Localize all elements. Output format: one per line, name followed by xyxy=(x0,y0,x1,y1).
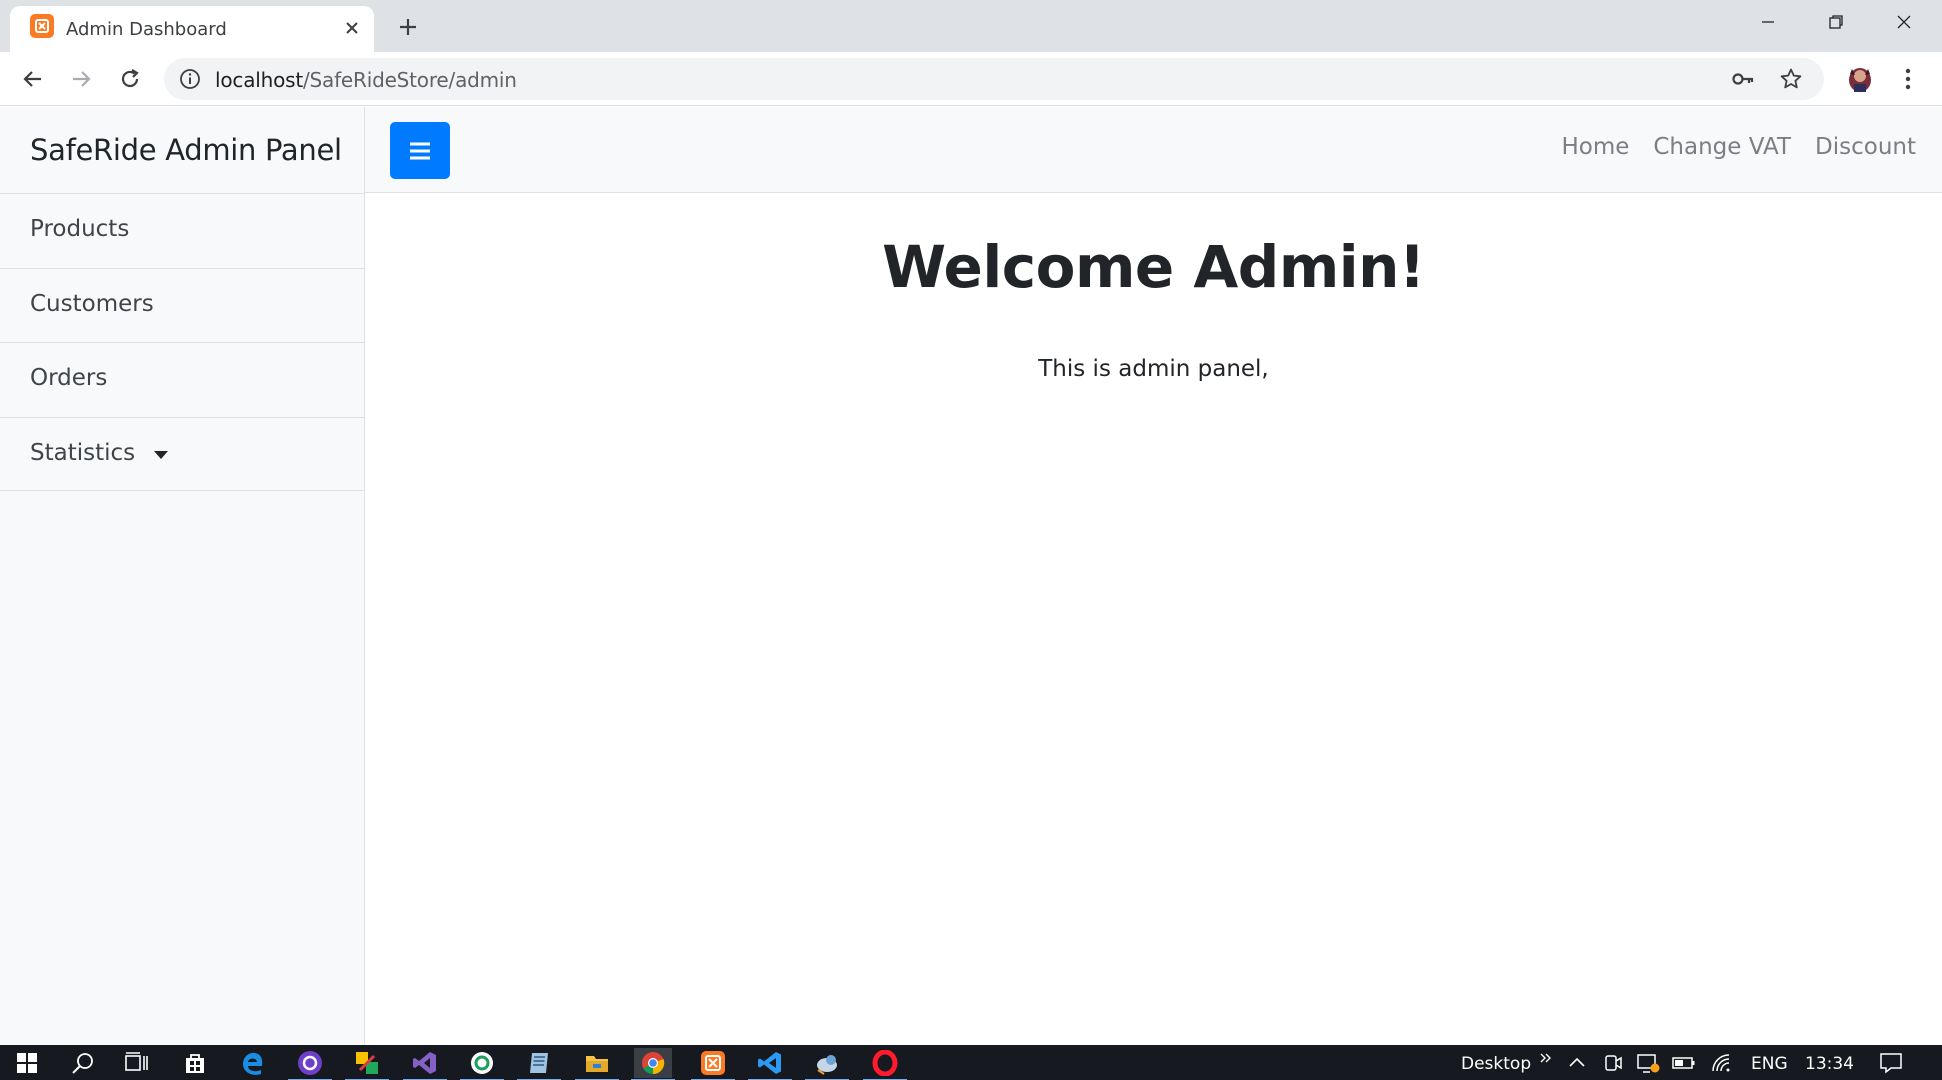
opera-icon[interactable] xyxy=(863,1048,907,1080)
hamburger-menu-icon xyxy=(410,142,430,159)
show-hidden-icons-chevron-icon[interactable] xyxy=(1565,1051,1589,1075)
page: SafeRide Admin Panel Products Customers … xyxy=(0,107,1942,1045)
key-icon[interactable] xyxy=(1730,66,1756,92)
bird-app-icon[interactable] xyxy=(805,1048,849,1080)
sidebar-item-label: Products xyxy=(30,216,130,242)
meet-now-icon[interactable] xyxy=(1601,1051,1625,1075)
task-view-icon[interactable] xyxy=(117,1048,155,1078)
paint-app-icon[interactable] xyxy=(345,1048,389,1080)
app-green-circle-icon[interactable] xyxy=(460,1048,504,1080)
browser-tab[interactable]: Admin Dashboard xyxy=(10,6,374,52)
sidebar-brand: SafeRide Admin Panel xyxy=(30,133,342,167)
sidebar-item-orders[interactable]: Orders xyxy=(0,342,364,417)
sidebar-item-label: Statistics xyxy=(30,439,136,466)
visual-studio-icon[interactable] xyxy=(403,1048,447,1080)
top-navbar: Home Change VAT Discount xyxy=(365,107,1942,193)
tab-close-icon[interactable] xyxy=(340,16,364,40)
vscode-icon[interactable] xyxy=(748,1048,792,1080)
double-chevron-icon[interactable] xyxy=(1534,1046,1558,1070)
window-close-icon[interactable] xyxy=(1870,0,1938,44)
star-icon[interactable] xyxy=(1778,66,1804,92)
url-path: /SafeRideStore/admin xyxy=(302,68,517,92)
more-vert-icon[interactable] xyxy=(1896,62,1920,96)
edge-icon[interactable] xyxy=(234,1048,272,1078)
desktop-toolbar-label[interactable]: Desktop xyxy=(1461,1054,1531,1074)
topnav-links: Home Change VAT Discount xyxy=(1561,134,1916,160)
sidebar-item-customers[interactable]: Customers xyxy=(0,267,364,343)
browser-toolbar: localhost/SafeRideStore/admin xyxy=(0,52,1942,106)
sidebar-item-products[interactable]: Products xyxy=(0,193,364,268)
info-icon[interactable] xyxy=(178,67,202,91)
chrome-icon[interactable] xyxy=(631,1048,675,1080)
battery-icon[interactable] xyxy=(1672,1051,1696,1075)
windows-start-icon[interactable] xyxy=(8,1048,46,1078)
notes-app-icon[interactable] xyxy=(517,1048,561,1080)
nav-link-change-vat[interactable]: Change VAT xyxy=(1653,134,1791,160)
store-icon[interactable] xyxy=(176,1048,214,1078)
search-icon[interactable] xyxy=(64,1048,102,1078)
restore-icon[interactable] xyxy=(1802,0,1870,44)
sidebar-item-label: Orders xyxy=(30,365,108,391)
minimize-icon[interactable] xyxy=(1734,0,1802,44)
page-description: This is admin panel, xyxy=(1038,356,1269,382)
dropdown-caret-icon xyxy=(154,450,168,459)
forward-arrow-icon[interactable] xyxy=(63,61,99,97)
sidebar-item-statistics[interactable]: Statistics xyxy=(0,416,364,491)
github-desktop-icon[interactable] xyxy=(288,1048,332,1080)
back-arrow-icon[interactable] xyxy=(15,61,51,97)
sidebar-toggle-button[interactable] xyxy=(390,122,450,179)
clock-time[interactable]: 13:34 xyxy=(1805,1054,1854,1074)
update-notification-icon[interactable] xyxy=(1636,1051,1660,1075)
xampp-favicon-icon xyxy=(30,14,54,38)
url-host: localhost xyxy=(215,68,303,92)
taskbar: Desktop ENG 13:34 xyxy=(0,1045,1942,1080)
nav-link-home[interactable]: Home xyxy=(1561,134,1629,160)
file-explorer-icon[interactable] xyxy=(575,1048,619,1080)
url-text[interactable]: localhost/SafeRideStore/admin xyxy=(215,68,517,92)
address-bar[interactable]: localhost/SafeRideStore/admin xyxy=(164,58,1824,100)
page-title: Welcome Admin! xyxy=(882,233,1425,301)
sidebar-item-label: Customers xyxy=(30,290,154,317)
tab-title: Admin Dashboard xyxy=(66,19,227,40)
xampp-icon[interactable] xyxy=(691,1048,735,1080)
nav-link-discount[interactable]: Discount xyxy=(1815,134,1916,160)
profile-avatar-icon[interactable] xyxy=(1845,62,1875,94)
new-tab-plus-icon[interactable] xyxy=(392,11,424,43)
reload-icon[interactable] xyxy=(112,61,148,97)
action-center-icon[interactable] xyxy=(1879,1051,1903,1075)
browser-tabstrip: Admin Dashboard xyxy=(0,0,1942,52)
wifi-icon[interactable] xyxy=(1710,1051,1734,1075)
sidebar-list: Products Customers Orders Statistics xyxy=(0,193,364,491)
language-indicator[interactable]: ENG xyxy=(1751,1054,1788,1074)
sidebar: SafeRide Admin Panel Products Customers … xyxy=(0,107,365,1045)
